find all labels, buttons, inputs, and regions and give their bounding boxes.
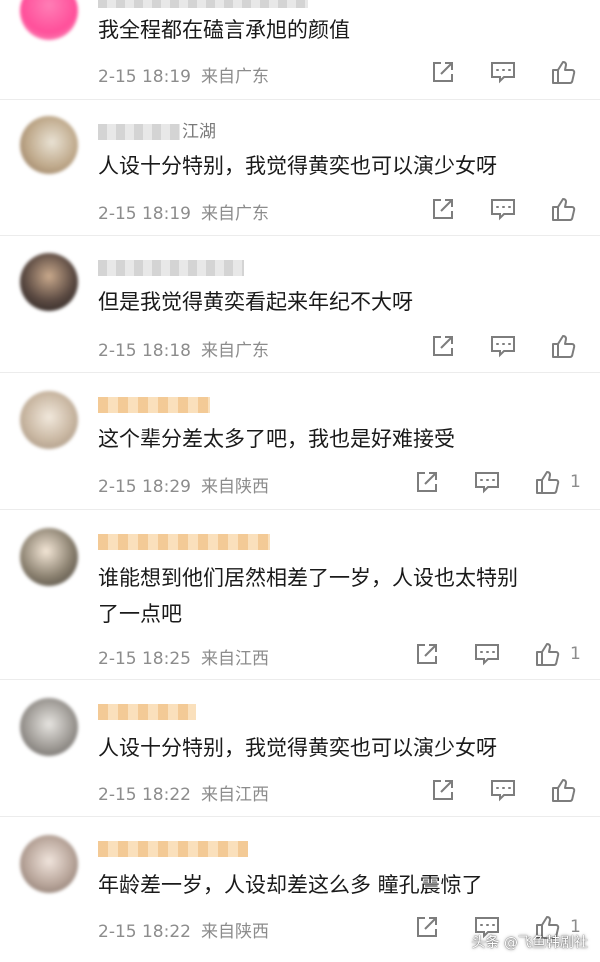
comment-item: 但是我觉得黄奕看起来年纪不大呀 2-15 18:18 来自广东: [0, 236, 600, 373]
comment-item: 人设十分特别，我觉得黄奕也可以演少女呀 2-15 18:22 来自江西: [0, 680, 600, 817]
username[interactable]: [98, 258, 244, 278]
thumbs-up-icon: [549, 58, 577, 86]
comment-icon: [489, 777, 517, 803]
comment-meta: 2-15 18:18 来自广东: [98, 336, 269, 361]
comment-item: 这个辈分差太多了吧，我也是好难接受 2-15 18:29 来自陕西 1: [0, 373, 600, 510]
username[interactable]: [98, 839, 248, 859]
comment-meta: 2-15 18:29 来自陕西: [98, 472, 269, 497]
comment-text: 谁能想到他们居然相差了一岁，人设也太特别了一点吧: [98, 566, 518, 626]
thumbs-up-icon: [533, 468, 561, 496]
avatar[interactable]: [20, 391, 78, 449]
avatar[interactable]: [20, 698, 78, 756]
share-icon: [414, 641, 440, 667]
share-button[interactable]: [412, 912, 442, 942]
comment-date: 2-15 18:22: [98, 785, 191, 805]
comment-location: 来自江西: [200, 785, 269, 805]
comment-location: 来自江西: [200, 649, 269, 669]
watermark: 头条 @飞鱼韩剧社: [471, 935, 588, 951]
comment-icon: [473, 641, 501, 667]
thumbs-up-icon: [549, 195, 577, 223]
reply-button[interactable]: [472, 467, 502, 497]
reply-button[interactable]: [488, 57, 518, 87]
comment-icon: [489, 196, 517, 222]
like-count: 1: [570, 644, 581, 664]
username[interactable]: [98, 395, 210, 415]
username[interactable]: [98, 702, 196, 722]
comment-text: 人设十分特别，我觉得黄奕也可以演少女呀: [98, 736, 497, 760]
share-button[interactable]: [412, 467, 442, 497]
like-button[interactable]: [532, 639, 562, 669]
comment-item: 我全程都在磕言承旭的颜值 2-15 18:19 来自广东: [0, 0, 600, 100]
avatar[interactable]: [20, 253, 78, 311]
comment-text: 但是我觉得黄奕看起来年纪不大呀: [98, 290, 413, 314]
like-button[interactable]: [548, 57, 578, 87]
comment-meta: 2-15 18:25 来自江西: [98, 644, 269, 669]
like-button[interactable]: [532, 467, 562, 497]
comment-location: 来自广东: [200, 204, 269, 224]
thumbs-up-icon: [549, 776, 577, 804]
share-button[interactable]: [428, 775, 458, 805]
comment-text: 我全程都在磕言承旭的颜值: [98, 18, 350, 42]
comment-meta: 2-15 18:22 来自陕西: [98, 917, 269, 942]
share-button[interactable]: [428, 57, 458, 87]
comment-icon: [489, 333, 517, 359]
username[interactable]: [98, 0, 308, 10]
avatar[interactable]: [20, 528, 78, 586]
comment-date: 2-15 18:22: [98, 922, 191, 942]
comment-text: 这个辈分差太多了吧，我也是好难接受: [98, 427, 455, 451]
like-button[interactable]: [548, 775, 578, 805]
comment-location: 来自陕西: [200, 477, 269, 497]
reply-button[interactable]: [472, 639, 502, 669]
like-button[interactable]: [548, 331, 578, 361]
share-icon: [430, 333, 456, 359]
reply-button[interactable]: [488, 775, 518, 805]
share-icon: [430, 59, 456, 85]
share-button[interactable]: [428, 331, 458, 361]
comment-date: 2-15 18:29: [98, 477, 191, 497]
comment-location: 来自陕西: [200, 922, 269, 942]
share-icon: [430, 196, 456, 222]
share-button[interactable]: [428, 194, 458, 224]
comment-date: 2-15 18:19: [98, 67, 191, 87]
comment-date: 2-15 18:18: [98, 341, 191, 361]
comment-icon: [489, 59, 517, 85]
reply-button[interactable]: [488, 194, 518, 224]
comment-item: 江湖 人设十分特别，我觉得黄奕也可以演少女呀 2-15 18:19 来自广东: [0, 100, 600, 236]
username-visible: 江湖: [182, 122, 216, 142]
comment-text: 人设十分特别，我觉得黄奕也可以演少女呀: [98, 154, 497, 178]
reply-button[interactable]: [488, 331, 518, 361]
username[interactable]: 江湖: [98, 122, 216, 142]
avatar[interactable]: [20, 0, 78, 40]
like-count: 1: [570, 472, 581, 492]
comment-meta: 2-15 18:19 来自广东: [98, 62, 269, 87]
comment-item: 谁能想到他们居然相差了一岁，人设也太特别了一点吧 2-15 18:25 来自江西 …: [0, 510, 600, 680]
username[interactable]: [98, 532, 270, 552]
thumbs-up-icon: [549, 332, 577, 360]
share-button[interactable]: [412, 639, 442, 669]
comment-meta: 2-15 18:19 来自广东: [98, 199, 269, 224]
comment-date: 2-15 18:19: [98, 204, 191, 224]
share-icon: [414, 469, 440, 495]
share-icon: [414, 914, 440, 940]
comment-icon: [473, 469, 501, 495]
avatar[interactable]: [20, 835, 78, 893]
comment-date: 2-15 18:25: [98, 649, 191, 669]
comment-location: 来自广东: [200, 341, 269, 361]
avatar[interactable]: [20, 116, 78, 174]
comment-location: 来自广东: [200, 67, 269, 87]
thumbs-up-icon: [533, 640, 561, 668]
like-button[interactable]: [548, 194, 578, 224]
comment-text: 年龄差一岁，人设却差这么多 瞳孔震惊了: [98, 873, 483, 897]
share-icon: [430, 777, 456, 803]
comment-meta: 2-15 18:22 来自江西: [98, 780, 269, 805]
